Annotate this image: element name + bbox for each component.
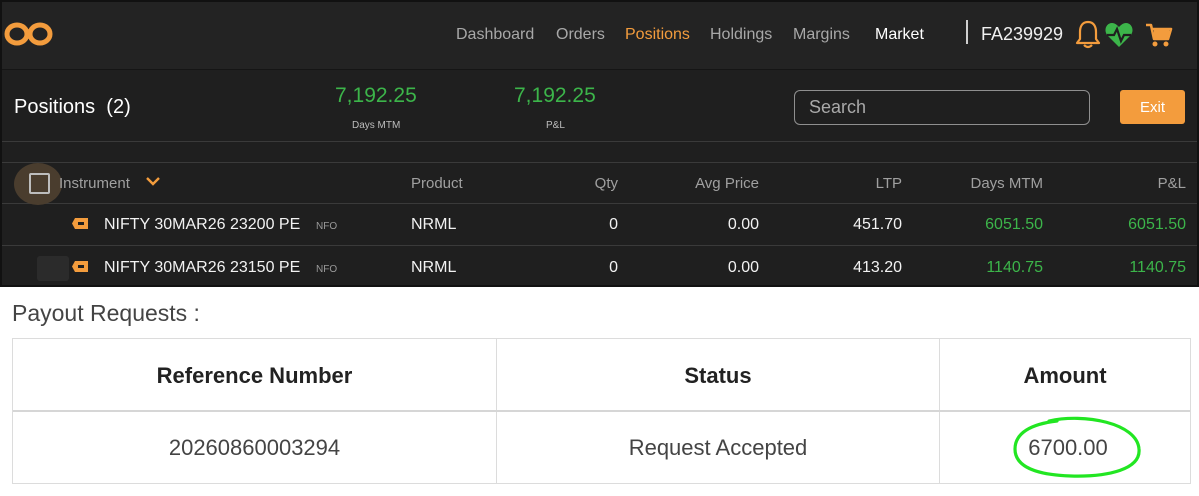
heartbeat-icon[interactable] (1104, 21, 1134, 49)
avg-price-value: 0.00 (727, 259, 759, 276)
qty-value: 0 (609, 216, 618, 233)
exit-button[interactable]: Exit (1120, 90, 1185, 124)
exchange-label: NFO (316, 264, 338, 275)
tag-icon (72, 218, 88, 229)
pnl-label: P&L (546, 120, 565, 131)
ltp-value: 451.70 (853, 216, 902, 233)
column-header-instrument[interactable]: Instrument (59, 175, 130, 192)
nav-divider (966, 20, 968, 44)
column-header-days-mtm[interactable]: Days MTM (942, 175, 1044, 192)
row-divider (13, 410, 1190, 412)
positions-table-header: Instrument Product Qty Avg Price LTP Day… (2, 162, 1197, 205)
days-mtm-cell: 1140.75 (986, 259, 1043, 276)
payout-title: Payout Requests : (12, 300, 200, 326)
reference-number: 20260860003294 (168, 435, 341, 460)
positions-count: (2) (106, 96, 131, 118)
product-value: NRML (411, 259, 457, 276)
bell-icon[interactable] (1074, 19, 1102, 49)
payout-status: Request Accepted (628, 435, 808, 460)
product-value: NRML (411, 216, 457, 233)
nav-margins[interactable]: Margins (793, 26, 850, 44)
days-mtm-cell: 6051.50 (985, 216, 1043, 233)
column-header-amount: Amount (1023, 363, 1107, 388)
nav-holdings[interactable]: Holdings (710, 26, 772, 44)
ltp-value: 413.20 (853, 259, 902, 276)
tag-icon (72, 261, 88, 272)
top-navigation: Dashboard Orders Positions Holdings Marg… (2, 2, 1197, 70)
nav-market[interactable]: Market (875, 26, 924, 44)
column-header-status: Status (684, 363, 752, 388)
nav-orders[interactable]: Orders (556, 26, 605, 44)
column-header-avg-price[interactable]: Avg Price (662, 175, 759, 192)
chevron-down-icon[interactable] (144, 172, 162, 190)
column-header-reference: Reference Number (156, 363, 353, 388)
column-header-ltp[interactable]: LTP (822, 175, 902, 192)
table-row[interactable]: NIFTY 30MAR26 23200 PE NFO NRML 0 0.00 4… (2, 204, 1197, 246)
pnl-cell: 1140.75 (1129, 259, 1186, 276)
positions-summary: Positions (2) 7,192.25 Days MTM 7,192.25… (2, 70, 1197, 142)
days-mtm-value: 7,192.25 (335, 84, 417, 107)
nav-positions[interactable]: Positions (625, 26, 690, 44)
column-header-qty[interactable]: Qty (562, 175, 618, 192)
instrument-name[interactable]: NIFTY 30MAR26 23150 PE (104, 259, 300, 277)
qty-value: 0 (609, 259, 618, 276)
cart-icon[interactable] (1145, 22, 1173, 48)
exchange-label: NFO (316, 221, 338, 232)
pnl-cell: 6051.50 (1128, 216, 1186, 233)
positions-title: Positions (14, 96, 96, 118)
nav-dashboard[interactable]: Dashboard (456, 26, 534, 44)
user-id[interactable]: FA239929 (981, 24, 1063, 45)
search-input[interactable] (794, 90, 1090, 125)
logo-icon[interactable] (4, 22, 54, 46)
pnl-value: 7,192.25 (514, 84, 596, 107)
page-title: Positions (2) (14, 96, 131, 119)
days-mtm-label: Days MTM (352, 120, 401, 131)
select-all-checkbox[interactable] (29, 173, 50, 194)
positions-app: Dashboard Orders Positions Holdings Marg… (0, 0, 1199, 287)
table-row[interactable]: NIFTY 30MAR26 23150 PE NFO NRML 0 0.00 4… (2, 247, 1197, 285)
highlight-circle-annotation (1013, 416, 1141, 478)
row-hover-chip (37, 256, 69, 281)
avg-price-value: 0.00 (727, 216, 759, 233)
instrument-name[interactable]: NIFTY 30MAR26 23200 PE (104, 216, 300, 234)
column-header-product[interactable]: Product (411, 175, 463, 192)
column-header-pnl[interactable]: P&L (1102, 175, 1186, 192)
